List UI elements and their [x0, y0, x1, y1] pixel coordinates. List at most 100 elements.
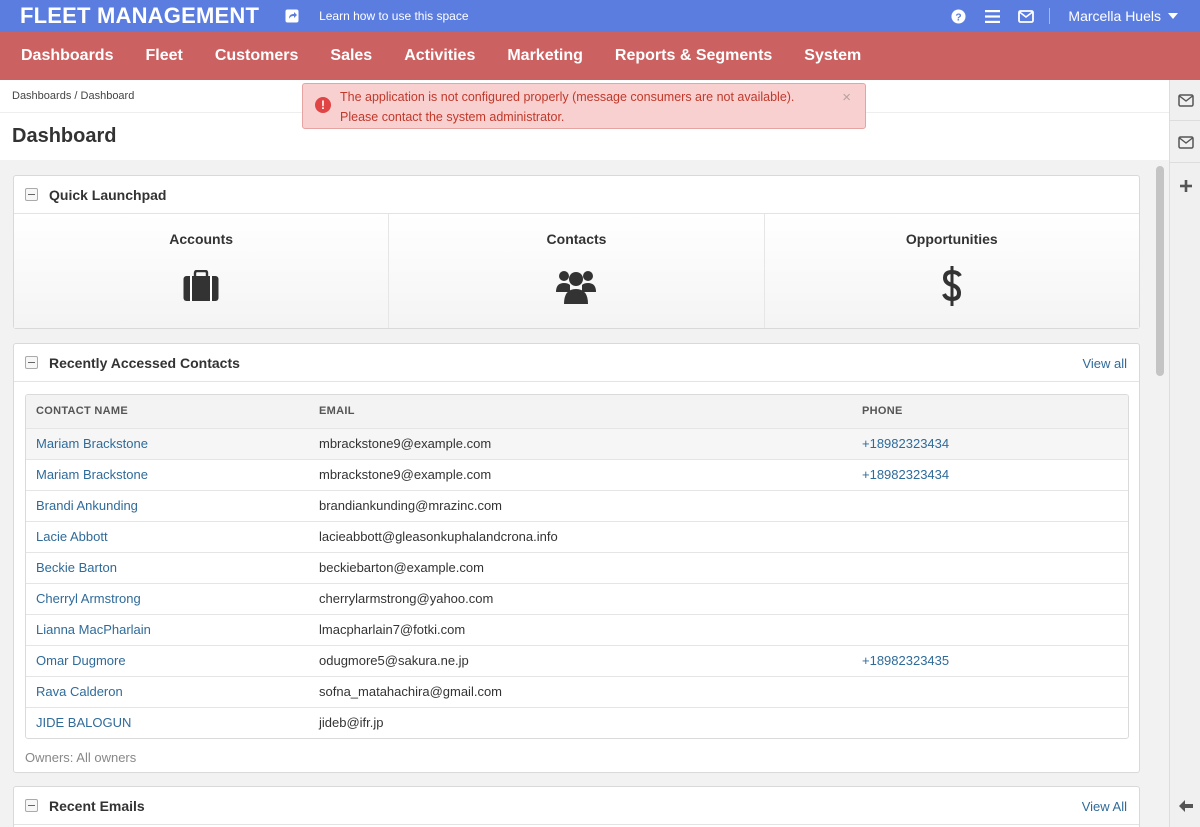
- collapse-sidebar-button[interactable]: [1170, 786, 1200, 826]
- page-title: Dashboard: [12, 125, 117, 147]
- table-row[interactable]: Rava Calderon sofna_matahachira@gmail.co…: [26, 676, 1128, 707]
- table-row[interactable]: Lianna MacPharlain lmacpharlain7@fotki.c…: [26, 614, 1128, 645]
- scrollbar-thumb[interactable]: [1156, 166, 1164, 376]
- launchpad-label: Accounts: [169, 231, 234, 247]
- user-menu[interactable]: Marcella Huels: [1068, 8, 1178, 24]
- contact-email: sofna_matahachira@gmail.com: [319, 684, 503, 699]
- column-header[interactable]: CONTACT NAME: [26, 395, 309, 428]
- email-panel-button-2[interactable]: [1170, 122, 1200, 162]
- dollar-icon: [932, 266, 972, 306]
- table-row[interactable]: Omar Dugmore odugmore5@sakura.ne.jp +189…: [26, 645, 1128, 676]
- table-row[interactable]: Brandi Ankunding brandiankunding@mrazinc…: [26, 490, 1128, 521]
- contact-email: mbrackstone9@example.com: [319, 467, 492, 482]
- view-all-link[interactable]: View all: [1082, 356, 1127, 371]
- breadcrumb-current: Dashboard: [80, 90, 135, 102]
- arrow-left-icon: [1178, 800, 1193, 812]
- launchpad-label: Opportunities: [905, 231, 998, 247]
- contact-email: lmacpharlain7@fotki.com: [319, 622, 466, 637]
- learn-link[interactable]: Learn how to use this space: [319, 9, 468, 23]
- contact-name[interactable]: Mariam Brackstone: [26, 459, 309, 490]
- launchpad-items: Accounts Contacts Opportunities: [14, 214, 1139, 328]
- contact-phone[interactable]: +18982323434: [852, 428, 1128, 459]
- table-row[interactable]: Mariam Brackstone mbrackstone9@example.c…: [26, 459, 1128, 490]
- nav-item-sales[interactable]: Sales: [314, 32, 388, 80]
- error-icon: !: [315, 97, 331, 113]
- close-icon[interactable]: ×: [842, 88, 851, 108]
- launchpad-opportunities[interactable]: Opportunities: [764, 214, 1139, 328]
- contact-name[interactable]: Mariam Brackstone: [26, 428, 309, 459]
- user-name: Marcella Huels: [1068, 8, 1161, 24]
- widget-title: Recent Emails: [49, 798, 145, 814]
- contact-name[interactable]: Cherryl Armstrong: [26, 583, 309, 614]
- contact-phone[interactable]: [852, 707, 1128, 738]
- nav-item-activities[interactable]: Activities: [388, 32, 491, 80]
- chevron-down-icon: [1168, 13, 1178, 19]
- contact-email: cherrylarmstrong@yahoo.com: [319, 591, 494, 606]
- contact-phone[interactable]: [852, 583, 1128, 614]
- contact-email: beckiebarton@example.com: [319, 560, 484, 575]
- contact-name[interactable]: JIDE BALOGUN: [26, 707, 309, 738]
- contact-name[interactable]: Lacie Abbott: [26, 521, 309, 552]
- contact-name[interactable]: Rava Calderon: [26, 676, 309, 707]
- table-row[interactable]: Mariam Brackstone mbrackstone9@example.c…: [26, 428, 1128, 459]
- contacts-table: CONTACT NAME EMAIL PHONE Mariam Bracksto…: [25, 394, 1129, 739]
- contact-email: jideb@ifr.jp: [319, 715, 384, 731]
- collapse-button[interactable]: [25, 799, 38, 812]
- nav-item-customers[interactable]: Customers: [199, 32, 315, 80]
- briefcase-icon: [181, 266, 221, 306]
- contact-phone[interactable]: [852, 614, 1128, 645]
- contact-phone[interactable]: [852, 490, 1128, 521]
- table-row[interactable]: Lacie Abbott lacieabbott@gleasonkuphalan…: [26, 521, 1128, 552]
- users-icon: [556, 266, 597, 306]
- table-row[interactable]: JIDE BALOGUN jideb@ifr.jp: [26, 707, 1128, 738]
- contact-phone[interactable]: +18982323435: [852, 645, 1128, 676]
- widget-header: Recently Accessed Contacts View all: [14, 344, 1139, 382]
- breadcrumb-separator: /: [74, 90, 78, 102]
- launchpad-accounts[interactable]: Accounts: [14, 214, 390, 328]
- alert-message-line2: Please contact the system administrator.: [340, 110, 565, 124]
- help-icon[interactable]: ?: [949, 7, 967, 25]
- envelope-icon[interactable]: [1017, 7, 1035, 25]
- table-row[interactable]: Cherryl Armstrong cherrylarmstrong@yahoo…: [26, 583, 1128, 614]
- svg-text:?: ?: [955, 12, 961, 23]
- collapse-button[interactable]: [25, 356, 38, 369]
- contact-name[interactable]: Beckie Barton: [26, 552, 309, 583]
- nav-item-marketing[interactable]: Marketing: [491, 32, 599, 80]
- brand-logo[interactable]: FLEET MANAGEMENT: [20, 3, 259, 29]
- contact-name[interactable]: Lianna MacPharlain: [26, 614, 309, 645]
- add-button[interactable]: [1170, 166, 1200, 206]
- nav-item-fleet[interactable]: Fleet: [129, 32, 198, 80]
- contact-phone[interactable]: [852, 676, 1128, 707]
- breadcrumb: Dashboards / Dashboard: [12, 90, 134, 102]
- email-panel-button[interactable]: [1170, 80, 1200, 120]
- table-row[interactable]: Beckie Barton beckiebarton@example.com: [26, 552, 1128, 583]
- contact-phone[interactable]: [852, 552, 1128, 583]
- contact-phone[interactable]: [852, 521, 1128, 552]
- view-all-link[interactable]: View All: [1082, 799, 1127, 814]
- column-header[interactable]: EMAIL: [309, 395, 852, 428]
- widget-title: Quick Launchpad: [49, 187, 167, 203]
- widget-header: Recent Emails View All: [14, 787, 1139, 825]
- collapse-button[interactable]: [25, 188, 38, 201]
- breadcrumb-dashboards[interactable]: Dashboards: [12, 90, 71, 102]
- share-icon[interactable]: [285, 9, 299, 23]
- divider: [1170, 162, 1200, 163]
- nav-item-reports-segments[interactable]: Reports & Segments: [599, 32, 788, 80]
- launchpad-contacts[interactable]: Contacts: [389, 214, 765, 328]
- menu-icon[interactable]: [983, 7, 1001, 25]
- contact-name[interactable]: Omar Dugmore: [26, 645, 309, 676]
- nav-item-dashboards[interactable]: Dashboards: [5, 32, 129, 80]
- error-alert: ! The application is not configured prop…: [302, 83, 866, 129]
- contact-phone[interactable]: +18982323434: [852, 459, 1128, 490]
- plus-icon: [1179, 180, 1192, 192]
- top-right-tools: ? Marcella Huels: [933, 0, 1200, 32]
- widget-header: Quick Launchpad: [14, 176, 1139, 214]
- widget-title: Recently Accessed Contacts: [49, 355, 240, 371]
- recent-contacts-widget: Recently Accessed Contacts View all CONT…: [13, 343, 1140, 773]
- table-header-row: CONTACT NAME EMAIL PHONE: [26, 395, 1128, 428]
- contact-email: lacieabbott@gleasonkuphalandcrona.info: [319, 529, 558, 544]
- contact-name[interactable]: Brandi Ankunding: [26, 490, 309, 521]
- owners-filter-label: Owners: All owners: [25, 750, 137, 765]
- nav-item-system[interactable]: System: [788, 32, 877, 80]
- column-header[interactable]: PHONE: [852, 395, 1128, 428]
